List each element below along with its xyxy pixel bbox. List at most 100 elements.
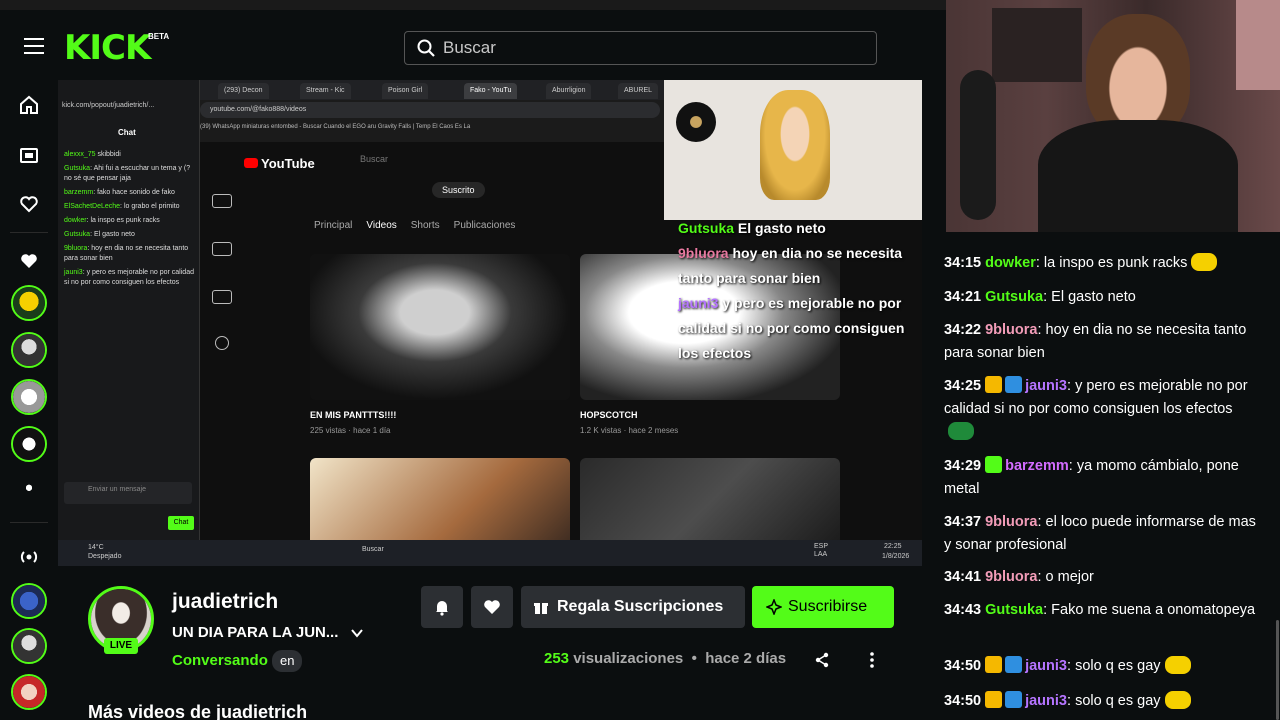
stream-stats: 253 visualizaciones • hace 2 días — [544, 650, 787, 667]
chat-message: 34:25 jauni3: y pero es mejorable no por … — [944, 375, 1260, 444]
live-badge: LIVE — [104, 638, 138, 654]
chat-message: 34:29 barzemm: ya momo cámbialo, pone met… — [944, 456, 1239, 497]
crown-badge-icon — [985, 376, 1003, 393]
video-title: EN MIS PANTTTS!!!! — [310, 410, 397, 420]
chat-message: 34:41 9bluora: o mejor — [944, 569, 1094, 585]
rail-divider — [10, 522, 48, 523]
favorites-icon[interactable] — [18, 193, 40, 215]
star-icon — [766, 599, 782, 615]
followed-channel-avatar[interactable] — [11, 426, 47, 462]
heart-icon[interactable] — [18, 250, 40, 272]
chevron-down-icon[interactable] — [350, 626, 364, 640]
notifications-button[interactable] — [421, 586, 463, 628]
taskbar-time: 22:25 — [884, 543, 902, 550]
youtube-channel-tabs: Principal Videos Shorts Publicaciones — [314, 220, 516, 231]
youtube-shorts-icon — [212, 242, 232, 256]
emote-icon — [1164, 656, 1191, 674]
captured-address-bar: youtube.com/@fako888/videos — [200, 102, 660, 118]
menu-icon[interactable] — [24, 38, 44, 54]
guest-webcam — [664, 80, 922, 220]
taskbar-date: 1/8/2026 — [882, 553, 910, 560]
emote-icon — [1164, 691, 1191, 709]
video-player[interactable]: (293) Decon Stream - Kic Poison Girl Fak… — [58, 80, 922, 566]
recommended-channel-avatar[interactable] — [11, 674, 47, 710]
rail-divider — [10, 232, 48, 233]
streamer-name[interactable]: juadietrich — [172, 590, 278, 614]
chat-message: 34:43 Gutsuka: Fako me suena a onomatopey… — [944, 602, 1256, 618]
recommended-channel-avatar[interactable] — [11, 583, 47, 619]
captured-tab: Poison Girl — [382, 83, 429, 99]
popout-header: Chat — [118, 128, 136, 137]
video-meta: 1.2 K vistas · hace 2 meses — [580, 426, 679, 435]
followed-channel-avatar[interactable] — [11, 473, 47, 509]
followed-channel-avatar[interactable] — [11, 332, 47, 368]
captured-tab: (293) Decon — [218, 83, 269, 99]
kick-logo[interactable]: KICK — [64, 28, 151, 68]
browser-top-strip — [0, 0, 946, 10]
popout-messages: alexxx_75 skibbidi Gutsuka: Ahi fui a es… — [64, 151, 194, 286]
stream-title: UN DIA PARA LA JUN... — [172, 624, 339, 641]
stream-category[interactable]: Conversando — [172, 652, 268, 669]
captured-tab: ABUREL — [618, 83, 659, 99]
following-icon[interactable] — [18, 144, 40, 166]
sword-badge-icon — [1005, 376, 1023, 393]
follow-button[interactable] — [471, 586, 513, 628]
video-title: HOPSCOTCH — [580, 410, 638, 420]
chat-message: 34:15 dowker: la inspo es punk racks — [944, 252, 1260, 275]
more-videos-heading: Más videos de juadietrich — [88, 702, 308, 720]
gift-icon — [534, 603, 548, 614]
crown-badge-icon — [985, 691, 1003, 708]
search-icon — [417, 39, 435, 57]
emote-icon — [948, 422, 974, 440]
youtube-home-icon — [212, 194, 232, 208]
captured-tab: Stream - Kic — [300, 83, 351, 99]
search-input[interactable] — [443, 36, 863, 60]
popout-chat-button: Chat — [168, 516, 194, 530]
chat-panel: 34:15 dowker: la inspo es punk racks 34:2… — [930, 232, 1280, 720]
stream-info: LIVE juadietrich UN DIA PARA LA JUN... C… — [58, 570, 930, 720]
followed-channel-avatar[interactable] — [11, 285, 47, 321]
emote-icon — [1191, 253, 1218, 271]
streamer-webcam — [946, 0, 1280, 232]
search-box[interactable] — [404, 31, 877, 65]
youtube-you-icon — [215, 336, 229, 350]
video-meta: 225 vistas · hace 1 día — [310, 426, 391, 435]
gift-subs-button[interactable]: Regala Suscripciones — [521, 586, 745, 628]
captured-bookmarks: (39) WhatsApp miniaturas entombed - Busc… — [200, 124, 471, 130]
youtube-subscribed-button: Suscrito — [432, 182, 485, 198]
crown-badge-icon — [985, 656, 1003, 673]
sword-badge-icon — [1005, 691, 1023, 708]
video-thumbnail — [310, 458, 570, 548]
beta-label: BETA — [148, 32, 170, 41]
taskbar-search: Buscar — [362, 546, 384, 553]
more-options-icon[interactable] — [868, 652, 876, 668]
subscribe-button[interactable]: Suscribirse — [752, 586, 894, 628]
captured-tab: Fako - YouTu — [464, 83, 518, 99]
top-header: KICK BETA — [0, 10, 946, 82]
chat-message: 34:21 Gutsuka: El gasto neto — [944, 289, 1136, 305]
chat-scrollbar[interactable] — [1276, 620, 1279, 720]
home-icon[interactable] — [18, 94, 40, 116]
popout-url: kick.com/popout/juadietrich/... — [62, 102, 155, 109]
captured-tab: Aburrligion — [546, 83, 592, 99]
language-tag[interactable]: en — [272, 650, 303, 672]
chat-message: 34:22 9bluora: hoy en dia no se necesita … — [944, 322, 1247, 361]
share-icon[interactable] — [814, 652, 830, 668]
youtube-logo: YouTube — [244, 156, 315, 171]
video-thumbnail — [310, 254, 570, 400]
recommended-channel-avatar[interactable] — [11, 628, 47, 664]
chat-message: 34:50 jauni3: solo q es gay — [944, 690, 1260, 713]
followed-channel-avatar[interactable] — [11, 379, 47, 415]
heart-icon — [484, 600, 500, 614]
taskbar-weather-temp: 14°C — [88, 544, 104, 551]
taskbar-weather: Despejado — [88, 553, 122, 560]
youtube-search: Buscar — [360, 154, 389, 164]
left-rail — [0, 82, 58, 720]
captured-taskbar: 14°C Despejado Buscar ESP LAA 22:25 1/8/… — [58, 540, 922, 566]
bell-icon — [436, 601, 448, 616]
chat-message: 34:50 jauni3: solo q es gay — [944, 655, 1260, 678]
popout-message-input: Enviar un mensaje — [64, 482, 192, 504]
live-icon[interactable] — [18, 546, 40, 568]
overlay-chat: Gutsuka El gasto neto 9bluora hoy en dia… — [678, 220, 905, 361]
subscriber-badge-icon — [985, 456, 1003, 473]
